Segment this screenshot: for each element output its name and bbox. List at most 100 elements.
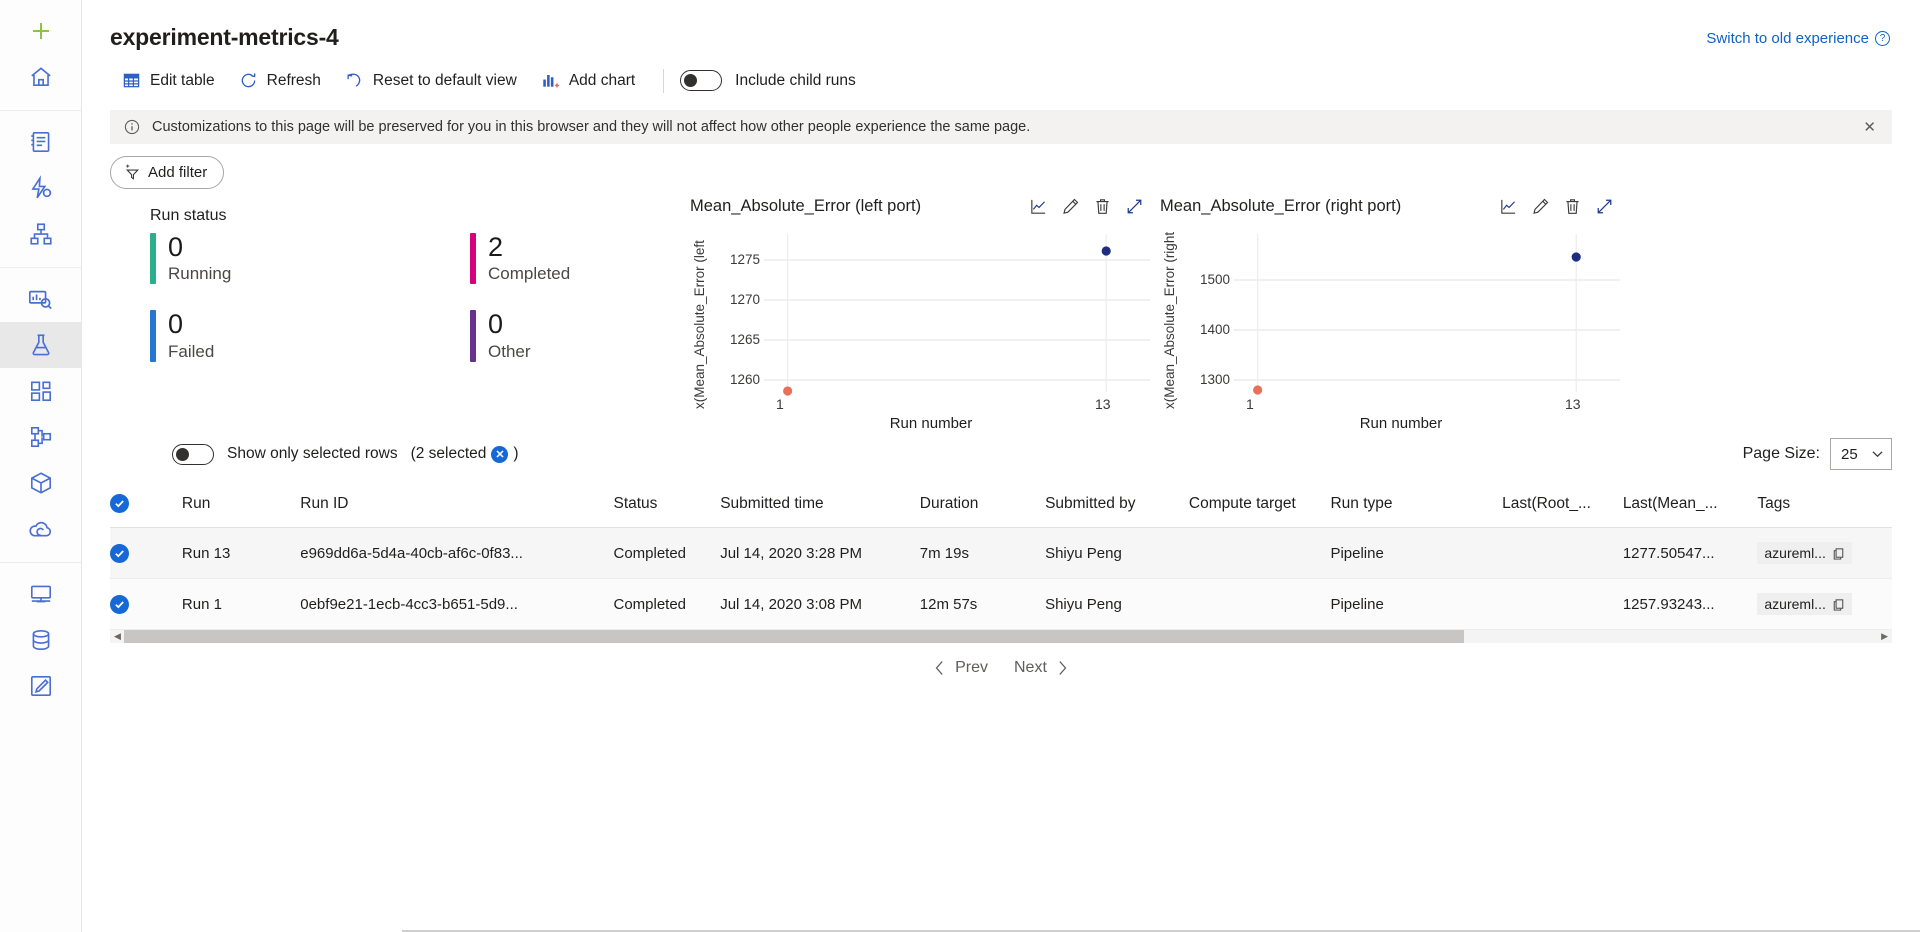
- column-header-submitted-time[interactable]: Submitted time: [720, 480, 920, 528]
- status-accent-bar: [470, 310, 476, 361]
- row-checkbox[interactable]: [110, 595, 129, 614]
- cell-run-id[interactable]: e969dd6a-5d4a-40cb-af6c-0f83...: [300, 528, 613, 579]
- select-all-checkbox[interactable]: [110, 494, 129, 513]
- status-card-failed[interactable]: 0 Failed: [150, 310, 470, 361]
- check-icon: [114, 599, 125, 610]
- column-header-last-mean[interactable]: Last(Mean_...: [1623, 480, 1758, 528]
- edit-icon[interactable]: [1531, 197, 1550, 216]
- cell-status: Completed: [613, 528, 720, 579]
- switch-to-old-experience-link[interactable]: Switch to old experience ?: [1706, 24, 1890, 47]
- tag-chip[interactable]: azureml...: [1757, 542, 1851, 564]
- sidebar-item-compute[interactable]: [0, 571, 82, 617]
- sidebar-item-endpoints[interactable]: [0, 506, 82, 552]
- close-icon[interactable]: ✕: [1859, 114, 1880, 140]
- chart-title: Mean_Absolute_Error (right port): [1160, 197, 1401, 216]
- tag-chip[interactable]: azureml...: [1757, 593, 1851, 615]
- clear-selection-icon[interactable]: ✕: [491, 446, 508, 463]
- sidebar-item-experiments[interactable]: [0, 322, 82, 368]
- x-tick-label: 13: [1565, 396, 1581, 412]
- column-header-run-id[interactable]: Run ID: [300, 480, 613, 528]
- sidebar-item-data-labeling[interactable]: [0, 663, 82, 709]
- sidebar-group-general: [0, 0, 81, 111]
- column-header-submitted-by[interactable]: Submitted by: [1045, 480, 1189, 528]
- select-all-header[interactable]: [110, 480, 182, 528]
- run-status-title: Run status: [150, 207, 690, 225]
- plus-icon: [29, 19, 53, 43]
- expand-icon[interactable]: [1125, 197, 1144, 216]
- column-header-run[interactable]: Run: [182, 480, 300, 528]
- sidebar-item-datastores[interactable]: [0, 617, 82, 663]
- status-count: 0: [168, 233, 231, 261]
- column-header-duration[interactable]: Duration: [920, 480, 1045, 528]
- cell-last-root: [1502, 579, 1623, 630]
- column-header-last-root[interactable]: Last(Root_...: [1502, 480, 1623, 528]
- include-child-runs-toggle[interactable]: [680, 70, 722, 91]
- status-card-running[interactable]: 0 Running: [150, 233, 470, 284]
- status-count: 0: [488, 310, 531, 338]
- copy-icon[interactable]: [1832, 547, 1845, 560]
- refresh-button[interactable]: Refresh: [227, 65, 333, 96]
- status-card-completed[interactable]: 2 Completed: [470, 233, 690, 284]
- chevron-left-icon: [934, 660, 945, 676]
- scroll-left-icon[interactable]: ◀: [110, 631, 125, 642]
- add-chart-button[interactable]: Add chart: [529, 65, 647, 96]
- scroll-right-icon[interactable]: ▶: [1877, 631, 1892, 642]
- charts-container: Mean_Absolute_Error (left port): [690, 197, 1898, 424]
- row-select-cell[interactable]: [110, 579, 182, 630]
- table-row[interactable]: Run 13 e969dd6a-5d4a-40cb-af6c-0f83... C…: [110, 528, 1892, 579]
- chart-title: Mean_Absolute_Error (left port): [690, 197, 921, 216]
- cell-run-id[interactable]: 0ebf9e21-1ecb-4cc3-b651-5d9...: [300, 579, 613, 630]
- delete-icon[interactable]: [1563, 197, 1582, 216]
- switch-link-label: Switch to old experience: [1706, 30, 1869, 47]
- sidebar-item-jobs[interactable]: [0, 276, 82, 322]
- status-count: 0: [168, 310, 214, 338]
- column-header-run-type[interactable]: Run type: [1330, 480, 1502, 528]
- toggle-knob: [176, 448, 189, 461]
- copy-icon[interactable]: [1832, 598, 1845, 611]
- sidebar-item-models[interactable]: [0, 460, 82, 506]
- line-chart-icon[interactable]: [1499, 197, 1518, 216]
- show-selected-rows-toggle[interactable]: [172, 444, 214, 465]
- sidebar-item-automated-ml[interactable]: [0, 165, 82, 211]
- sidebar-item-new[interactable]: [0, 8, 82, 54]
- sidebar-item-home[interactable]: [0, 54, 82, 100]
- cell-run[interactable]: Run 1: [182, 579, 300, 630]
- chart-card-left-port: Mean_Absolute_Error (left port): [690, 197, 1160, 424]
- add-filter-button[interactable]: Add filter: [110, 156, 224, 189]
- row-checkbox[interactable]: [110, 544, 129, 563]
- column-header-status[interactable]: Status: [613, 480, 720, 528]
- sidebar-item-components[interactable]: [0, 414, 82, 460]
- expand-icon[interactable]: [1595, 197, 1614, 216]
- sidebar-item-notebooks[interactable]: [0, 119, 82, 165]
- status-label: Failed: [168, 342, 214, 362]
- designer-icon: [28, 221, 54, 247]
- status-card-other[interactable]: 0 Other: [470, 310, 690, 361]
- line-chart-icon[interactable]: [1029, 197, 1048, 216]
- chart-canvas[interactable]: 1500 1400 1300 1 13 Run number: [1182, 224, 1620, 424]
- table-horizontal-scrollbar[interactable]: ◀ ▶: [110, 630, 1892, 643]
- delete-icon[interactable]: [1093, 197, 1112, 216]
- column-header-tags[interactable]: Tags: [1757, 480, 1892, 528]
- jobs-icon: [27, 286, 54, 313]
- next-page-button[interactable]: Next: [1014, 659, 1068, 677]
- column-header-compute-target[interactable]: Compute target: [1189, 480, 1331, 528]
- row-select-cell[interactable]: [110, 528, 182, 579]
- chevron-down-icon: [1872, 450, 1883, 458]
- edit-icon[interactable]: [1061, 197, 1080, 216]
- chart-canvas[interactable]: 1275 1270 1265 1260 1 13 Run number: [712, 224, 1150, 424]
- cube-icon: [28, 470, 54, 496]
- scrollbar-thumb[interactable]: [124, 630, 1464, 643]
- cell-run[interactable]: Run 13: [182, 528, 300, 579]
- page-size-select[interactable]: 25: [1830, 438, 1892, 470]
- cell-duration: 12m 57s: [920, 579, 1045, 630]
- sidebar-item-designer[interactable]: [0, 211, 82, 257]
- help-icon[interactable]: ?: [1875, 31, 1890, 46]
- pencil-square-icon: [28, 673, 54, 699]
- sidebar-group-manage: [0, 563, 81, 719]
- x-tick-label: 1: [776, 396, 784, 412]
- edit-table-button[interactable]: Edit table: [110, 65, 227, 96]
- table-row[interactable]: Run 1 0ebf9e21-1ecb-4cc3-b651-5d9... Com…: [110, 579, 1892, 630]
- sidebar-item-pipelines[interactable]: [0, 368, 82, 414]
- prev-page-button[interactable]: Prev: [934, 659, 988, 677]
- reset-default-view-button[interactable]: Reset to default view: [333, 65, 529, 96]
